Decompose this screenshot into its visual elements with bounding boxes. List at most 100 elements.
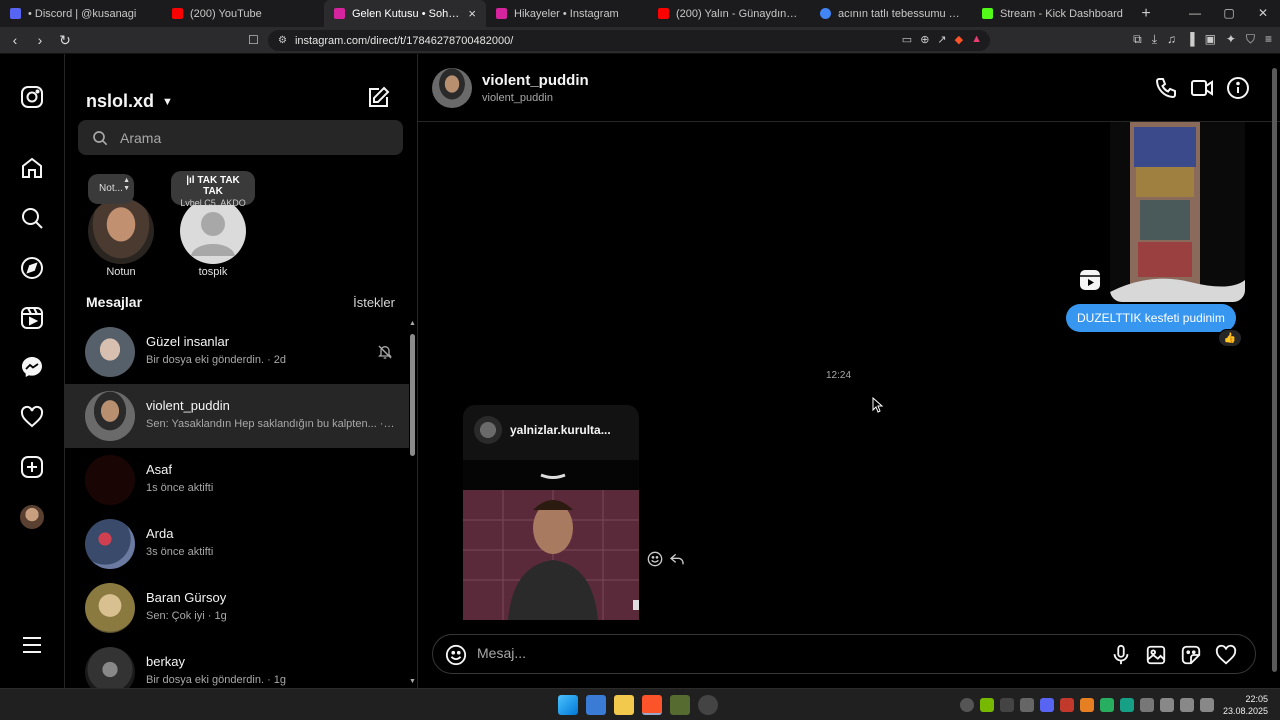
media-icon[interactable]: ♫ bbox=[1167, 32, 1176, 47]
reels-icon[interactable] bbox=[20, 306, 44, 330]
tab-instagram-inbox[interactable]: Gelen Kutusu • Sohbetler× bbox=[324, 0, 486, 27]
emoji-icon[interactable] bbox=[445, 644, 467, 666]
video-call-icon[interactable] bbox=[1190, 76, 1214, 100]
tray-icon[interactable] bbox=[1080, 698, 1094, 712]
phone-icon[interactable] bbox=[1154, 76, 1178, 100]
system-clock[interactable]: 22:05 23.08.2025 bbox=[1223, 693, 1268, 717]
download-icon[interactable]: ⤓ bbox=[1152, 32, 1157, 47]
reply-icon[interactable] bbox=[669, 551, 685, 567]
shared-post-card[interactable]: yalnizlar.kurulta... bbox=[463, 405, 639, 620]
sticker-icon[interactable] bbox=[1180, 644, 1202, 666]
react-emoji-icon[interactable] bbox=[647, 551, 663, 567]
list-item[interactable]: violent_puddin Sen: Yasaklandın Hep sakl… bbox=[65, 384, 409, 448]
note-bubble[interactable]: |ıl TAK TAK TAK Lvbel C5, AKDO bbox=[171, 171, 255, 208]
avatar[interactable] bbox=[432, 68, 472, 108]
search-icon[interactable] bbox=[20, 206, 44, 230]
avatar bbox=[85, 327, 135, 377]
brave-rewards-icon[interactable]: ▲ bbox=[971, 33, 982, 46]
microphone-icon[interactable] bbox=[1110, 644, 1132, 666]
tab-youtube-video[interactable]: (200) Yalın - Günaydın [Official Video] bbox=[648, 0, 810, 27]
tab-discord[interactable]: • Discord | @kusanagi bbox=[0, 0, 162, 27]
new-message-button[interactable] bbox=[367, 85, 391, 109]
cast-icon[interactable]: ▭ bbox=[902, 33, 912, 46]
site-settings-icon[interactable]: ⚙ bbox=[278, 35, 287, 46]
zoom-icon[interactable]: ⊕ bbox=[920, 33, 929, 46]
tray-icon[interactable] bbox=[1100, 698, 1114, 712]
tray-icon[interactable] bbox=[980, 698, 994, 712]
tray-icon[interactable] bbox=[1140, 698, 1154, 712]
message-input[interactable] bbox=[477, 645, 1077, 661]
search-input[interactable] bbox=[120, 129, 380, 146]
scroll-up-icon[interactable]: ▲ bbox=[409, 320, 416, 327]
tray-icon[interactable] bbox=[1120, 698, 1134, 712]
requests-link[interactable]: İstekler bbox=[353, 295, 395, 310]
more-menu-icon[interactable] bbox=[20, 633, 44, 657]
brave-shields-icon[interactable]: ◆ bbox=[955, 33, 963, 46]
back-icon[interactable]: ‹ bbox=[5, 32, 25, 48]
sent-message-bubble[interactable]: DUZELTTIK kesfeti pudinim bbox=[1066, 304, 1236, 332]
account-switcher[interactable]: nslol.xd ▼ bbox=[86, 91, 173, 112]
profile-avatar[interactable] bbox=[20, 505, 44, 529]
volume-icon[interactable] bbox=[1180, 698, 1194, 712]
app-icon[interactable] bbox=[670, 695, 690, 715]
scroll-down-icon[interactable]: ▼ bbox=[409, 678, 416, 685]
search-box[interactable] bbox=[78, 120, 403, 155]
tab-close-icon[interactable]: × bbox=[468, 6, 476, 21]
reel-thumbnail[interactable] bbox=[1110, 122, 1245, 302]
wallet-icon[interactable]: ▣ bbox=[1205, 32, 1216, 47]
tray-icon[interactable] bbox=[1000, 698, 1014, 712]
widgets-icon[interactable] bbox=[586, 695, 606, 715]
vpn-icon[interactable]: ⛉ bbox=[1246, 32, 1255, 47]
forward-icon[interactable]: › bbox=[30, 32, 50, 48]
leo-ai-icon[interactable]: ✦ bbox=[1226, 32, 1236, 47]
list-item[interactable]: berkay Bir dosya eki gönderdin. · 1g bbox=[65, 640, 409, 688]
file-explorer-icon[interactable] bbox=[614, 695, 634, 715]
tray-icon[interactable] bbox=[960, 698, 974, 712]
brave-browser-icon[interactable] bbox=[642, 695, 662, 715]
new-tab-button[interactable]: + bbox=[1134, 5, 1158, 23]
menu-icon[interactable]: ≡ bbox=[1265, 32, 1272, 47]
home-icon[interactable] bbox=[20, 156, 44, 180]
maximize-button[interactable]: ▢ bbox=[1212, 0, 1246, 27]
wifi-icon[interactable] bbox=[1160, 698, 1174, 712]
list-item[interactable]: Asaf 1s önce aktifti bbox=[65, 448, 409, 512]
instagram-logo-icon[interactable] bbox=[20, 85, 44, 109]
tray-icon[interactable] bbox=[1060, 698, 1074, 712]
page-scrollbar[interactable] bbox=[1270, 54, 1280, 688]
tab-google-search[interactable]: acının tatlı tebessumu - Google'da Ara bbox=[810, 0, 972, 27]
image-upload-icon[interactable] bbox=[1145, 644, 1167, 666]
start-windows-icon[interactable] bbox=[558, 695, 578, 715]
note-bubble[interactable]: Not... ▲ ▼ bbox=[88, 174, 134, 204]
taskbar: 22:05 23.08.2025 bbox=[0, 688, 1280, 720]
explore-icon[interactable] bbox=[20, 256, 44, 280]
tab-instagram-stories[interactable]: Hikayeler • Instagram bbox=[486, 0, 648, 27]
messenger-icon[interactable] bbox=[20, 355, 44, 379]
create-icon[interactable] bbox=[20, 455, 44, 479]
screenshot-icon[interactable]: ⧉ bbox=[1133, 32, 1142, 47]
battery-icon[interactable] bbox=[1200, 698, 1214, 712]
sidebar-toggle-icon[interactable]: ▐ bbox=[1186, 32, 1195, 47]
info-icon[interactable] bbox=[1226, 76, 1250, 100]
message-composer[interactable] bbox=[432, 634, 1256, 674]
tray-icon[interactable] bbox=[1040, 698, 1054, 712]
scrollbar-thumb[interactable] bbox=[410, 334, 415, 456]
share-icon[interactable]: ↗ bbox=[937, 33, 946, 46]
chat-contact-name[interactable]: violent_puddin bbox=[482, 72, 589, 89]
conversation-scrollbar[interactable]: ▲ ▼ bbox=[409, 320, 416, 688]
tab-youtube[interactable]: (200) YouTube bbox=[162, 0, 324, 27]
media-player-icon[interactable] bbox=[698, 695, 718, 715]
minimize-button[interactable]: — bbox=[1178, 0, 1212, 27]
close-window-button[interactable]: ✕ bbox=[1246, 0, 1280, 27]
scrollbar-thumb[interactable] bbox=[1272, 68, 1277, 672]
list-item[interactable]: Baran Gürsoy Sen: Çok iyi · 1g bbox=[65, 576, 409, 640]
message-reaction[interactable]: 👍 bbox=[1218, 329, 1242, 347]
url-field[interactable]: ⚙ instagram.com/direct/t/178462787004820… bbox=[268, 30, 990, 51]
notifications-heart-icon[interactable] bbox=[20, 405, 44, 429]
list-item[interactable]: Arda 3s önce aktifti bbox=[65, 512, 409, 576]
tab-kick[interactable]: Stream - Kick Dashboard bbox=[972, 0, 1134, 27]
tray-icon[interactable] bbox=[1020, 698, 1034, 712]
bookmark-icon[interactable]: ☐ bbox=[248, 33, 259, 47]
like-heart-icon[interactable] bbox=[1215, 644, 1237, 666]
list-item[interactable]: Güzel insanlar Bir dosya eki gönderdin. … bbox=[65, 320, 409, 384]
reload-icon[interactable]: ↻ bbox=[55, 32, 75, 49]
